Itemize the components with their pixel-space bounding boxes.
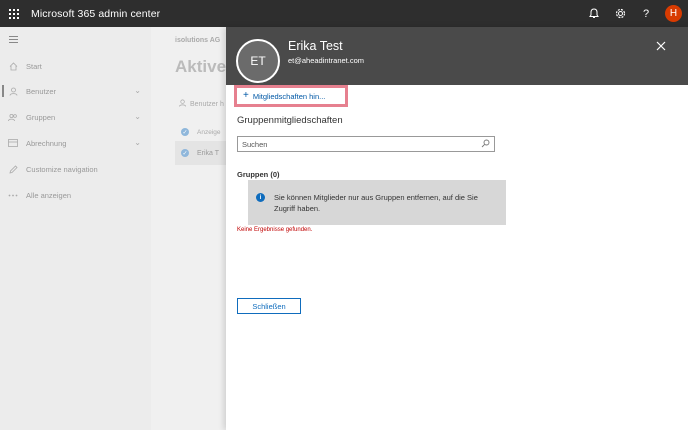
top-actions: ? H <box>581 0 688 27</box>
nav-item-label: Customize navigation <box>26 164 98 174</box>
app-title: Microsoft 365 admin center <box>31 7 161 20</box>
add-user-label: Benutzer h <box>190 100 224 108</box>
nav-item-customize-navigation[interactable]: Customize navigation <box>0 159 151 179</box>
close-button[interactable]: Schließen <box>237 298 301 314</box>
no-results-message: Keine Ergebnisse gefunden. <box>237 227 313 233</box>
bell-icon[interactable] <box>581 0 607 27</box>
user-name: Erika Test <box>288 39 343 53</box>
nav-item-label: Alle anzeigen <box>26 190 72 200</box>
add-user-button[interactable]: Benutzer h <box>179 99 224 109</box>
check-icon[interactable]: ✓ <box>181 149 189 157</box>
info-text: Sie können Mitglieder nur aus Gruppen en… <box>274 193 478 213</box>
section-title: Gruppenmitgliedschaften <box>237 115 343 126</box>
nav-item-alle-anzeigen[interactable]: Alle anzeigen <box>0 185 151 205</box>
nav-item-start[interactable]: Start <box>0 56 151 76</box>
info-icon: i <box>256 193 265 202</box>
nav-item-gruppen[interactable]: Gruppen ⌄ <box>0 107 151 127</box>
search-icon[interactable] <box>481 139 490 150</box>
page-title: Aktive <box>175 57 227 76</box>
hamburger-icon[interactable] <box>9 36 18 45</box>
search-placeholder: Suchen <box>242 139 268 149</box>
home-icon <box>0 61 26 71</box>
nav-item-label: Start <box>26 61 42 71</box>
avatar[interactable]: H <box>665 5 682 22</box>
chevron-down-icon[interactable]: ⌄ <box>134 112 141 121</box>
nav-item-label: Gruppen <box>26 112 56 122</box>
add-memberships-label: Mitgliedschaften hin... <box>252 91 326 101</box>
left-navigation: Start Benutzer ⌄ Gruppen ⌄ Abrechnung ⌄ … <box>0 27 151 430</box>
check-icon[interactable]: ✓ <box>181 128 189 136</box>
app-launcher-icon[interactable] <box>0 0 27 27</box>
row-name: Erika T <box>197 149 220 157</box>
plus-icon: + <box>243 90 249 101</box>
chevron-down-icon[interactable]: ⌄ <box>134 86 141 95</box>
active-indicator <box>2 85 4 97</box>
card-icon <box>0 139 26 147</box>
info-message: i Sie können Mitglieder nur aus Gruppen … <box>248 180 506 225</box>
search-input[interactable]: Suchen <box>237 136 495 152</box>
chevron-down-icon[interactable]: ⌄ <box>134 138 141 147</box>
pencil-icon <box>0 164 26 174</box>
add-memberships-button[interactable]: + Mitgliedschaften hin... <box>234 85 348 107</box>
person-add-icon <box>179 99 187 109</box>
ellipsis-icon <box>0 194 26 197</box>
column-header: Anzeige <box>197 128 221 136</box>
nav-item-abrechnung[interactable]: Abrechnung ⌄ <box>0 133 151 153</box>
persona-avatar: ET <box>236 39 280 83</box>
user-email: et@aheadintranet.com <box>288 56 364 65</box>
group-icon <box>0 113 26 122</box>
nav-item-label: Benutzer <box>26 86 57 96</box>
user-detail-panel: ET Erika Test et@aheadintranet.com + Mit… <box>226 27 688 430</box>
close-icon[interactable] <box>656 39 666 53</box>
help-icon[interactable]: ? <box>633 0 659 27</box>
top-bar: Microsoft 365 admin center ? H <box>0 0 688 27</box>
nav-item-benutzer[interactable]: Benutzer ⌄ <box>0 81 151 101</box>
nav-item-label: Abrechnung <box>26 138 67 148</box>
groups-heading: Gruppen (0) <box>237 170 280 179</box>
panel-header: ET Erika Test et@aheadintranet.com <box>226 27 688 85</box>
gear-icon[interactable] <box>607 0 633 27</box>
breadcrumb: isolutions AG <box>175 37 221 44</box>
